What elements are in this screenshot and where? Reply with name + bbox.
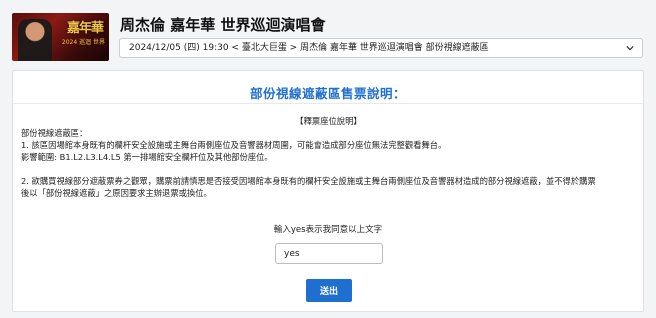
- thumbnail-subtext: 2024 巡迴 世界: [61, 39, 105, 46]
- notice-body: 【釋票座位說明】 部份視線遮蔽區： 1. 該區因場館本身既有的欄杆安全設施或主舞…: [21, 115, 636, 199]
- notice-section-heading: 【釋票座位說明】: [295, 116, 362, 126]
- notice-line: 部份視線遮蔽區：: [21, 128, 88, 138]
- event-header: 嘉年華 2024 巡迴 世界 周杰倫 嘉年華 世界巡迴演唱會 2024/12/0…: [0, 0, 656, 66]
- chevron-down-icon: [626, 45, 634, 51]
- notice-line: 影響範圍: B1.L2.L3.L4.L5 第一排場館安全欄杆位及其他部份座位。: [21, 152, 273, 162]
- notice-line: 後以「部份視線遮蔽」之原因要求主辦退票或換位。: [21, 188, 212, 198]
- notice-card: 部份視線遮蔽區售票說明： 【釋票座位說明】 部份視線遮蔽區： 1. 該區因場館本…: [12, 70, 644, 312]
- thumbnail-logo-text: 嘉年華: [66, 21, 104, 36]
- confirm-input[interactable]: [275, 243, 383, 264]
- event-thumbnail: 嘉年華 2024 巡迴 世界: [12, 13, 109, 61]
- session-selected-value: 2024/12/05 (四) 19:30 < 臺北大巨蛋 > 周杰倫 嘉年華 世…: [129, 43, 489, 53]
- divider: [13, 103, 643, 104]
- performer-image: [18, 19, 52, 61]
- session-select[interactable]: 2024/12/05 (四) 19:30 < 臺北大巨蛋 > 周杰倫 嘉年華 世…: [119, 38, 643, 58]
- confirm-prompt: 輸入yes表示我同意以上文字: [273, 225, 383, 235]
- notice-line: 1. 該區因場館本身既有的欄杆安全設施或主舞台兩側座位及音響器材周圍，可能會造成…: [21, 140, 447, 150]
- event-title: 周杰倫 嘉年華 世界巡迴演唱會: [120, 16, 326, 34]
- notice-title: 部份視線遮蔽區售票說明：: [249, 86, 406, 101]
- notice-line: 2. 欲購買視線部分遮蔽票券之觀眾，購票前請慎思是否接受因場館本身既有的欄杆安全…: [21, 176, 596, 186]
- submit-button[interactable]: 送出: [306, 279, 352, 302]
